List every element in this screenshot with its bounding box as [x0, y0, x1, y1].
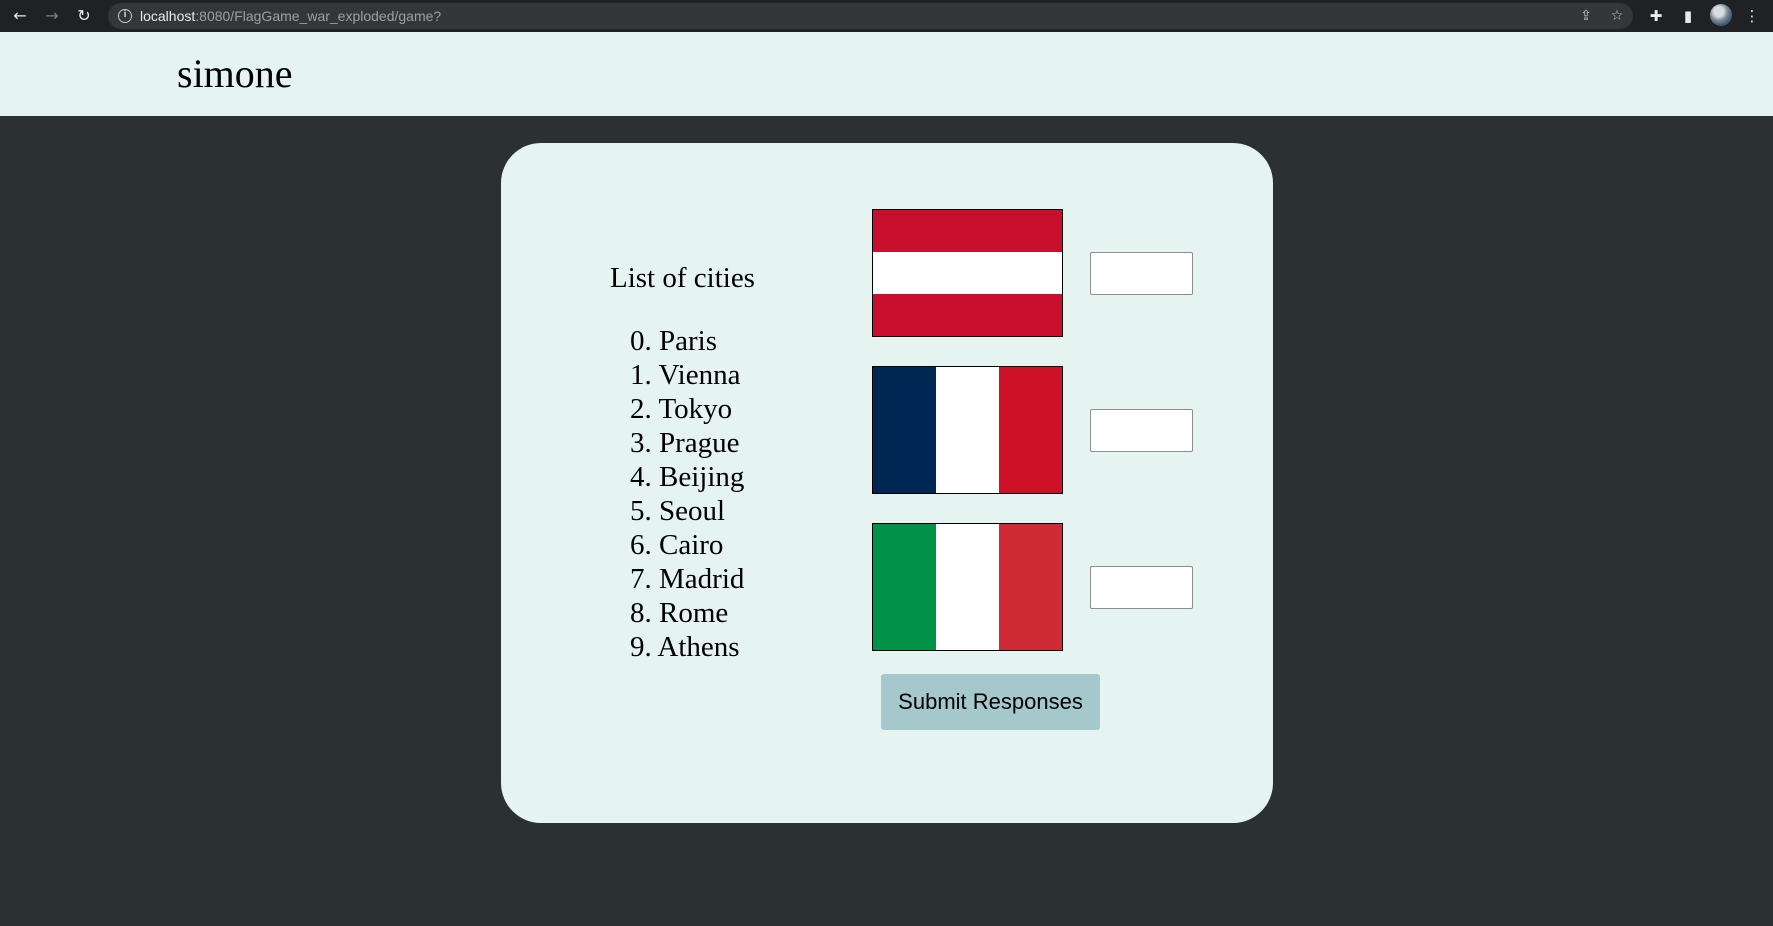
city-item: 3. Prague [630, 427, 740, 459]
username: simone [177, 51, 293, 96]
city-item: 8. Rome [630, 597, 729, 629]
flag-stripe [873, 524, 936, 650]
reload-icon[interactable]: ↻ [74, 6, 94, 26]
flag-italy [872, 523, 1063, 651]
city-item: 9. Athens [630, 631, 740, 663]
side-panel-icon[interactable]: ▮ [1678, 6, 1698, 26]
flag-france [872, 366, 1063, 494]
submit-responses-button[interactable]: Submit Responses [881, 674, 1100, 730]
info-icon[interactable]: i [118, 9, 132, 23]
url-text: localhost:8080/FlagGame_war_exploded/gam… [140, 8, 442, 24]
game-card: List of cities 0. Paris 1. Vienna 2. Tok… [501, 143, 1273, 823]
city-item: 0. Paris [630, 325, 717, 357]
flag-stripe [999, 524, 1062, 650]
city-item: 6. Cairo [630, 529, 724, 561]
city-item: 1. Vienna [630, 359, 741, 391]
extensions-icon[interactable]: ✚ [1646, 6, 1666, 26]
browser-toolbar: ← → ↻ i localhost:8080/FlagGame_war_expl… [0, 0, 1773, 32]
city-item: 2. Tokyo [630, 393, 733, 425]
flag-stripe [873, 367, 936, 493]
city-item: 7. Madrid [630, 563, 745, 595]
flag-stripe [873, 294, 1062, 336]
cities-title: List of cities [610, 262, 755, 294]
back-arrow-icon[interactable]: ← [10, 6, 30, 26]
flag-stripe [873, 252, 1062, 294]
flag-stripe [873, 210, 1062, 252]
star-icon[interactable]: ☆ [1608, 7, 1626, 25]
avatar[interactable] [1710, 4, 1732, 26]
page-header: simone [0, 32, 1773, 116]
answer-input-austria[interactable] [1090, 252, 1193, 295]
flag-stripe [936, 367, 999, 493]
answer-input-italy[interactable] [1090, 566, 1193, 609]
city-item: 5. Seoul [630, 495, 726, 527]
forward-arrow-icon[interactable]: → [42, 6, 62, 26]
address-bar[interactable]: i localhost:8080/FlagGame_war_exploded/g… [108, 3, 1633, 29]
city-item: 4. Beijing [630, 461, 745, 493]
flag-stripe [999, 367, 1062, 493]
flag-stripe [936, 524, 999, 650]
share-icon[interactable]: ⇪ [1577, 7, 1595, 25]
menu-icon[interactable]: ⋮ [1742, 6, 1762, 26]
answer-input-france[interactable] [1090, 409, 1193, 452]
city-list: 0. Paris 1. Vienna 2. Tokyo 3. Prague 4.… [630, 324, 744, 664]
flag-austria [872, 209, 1063, 337]
